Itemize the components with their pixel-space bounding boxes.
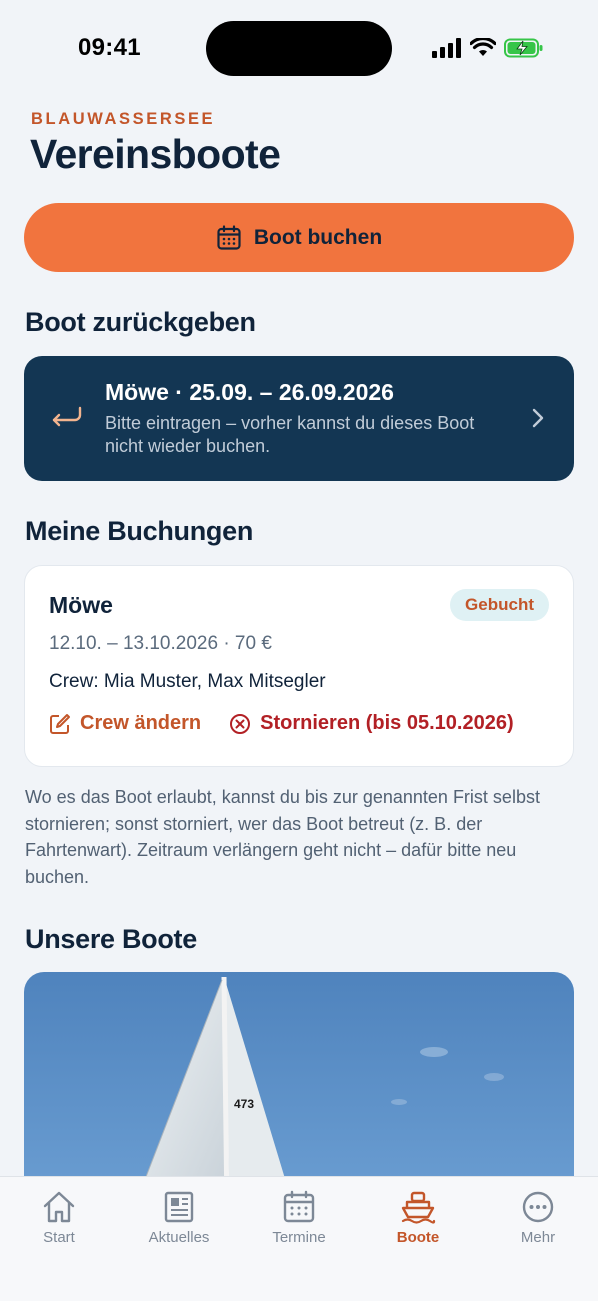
cancel-booking-button[interactable]: Stornieren (bis 05.10.2026)	[229, 712, 514, 735]
tab-mehr[interactable]: Mehr	[488, 1189, 588, 1246]
cancellation-note: Wo es das Boot erlaubt, kannst du bis zu…	[25, 787, 540, 887]
tab-label: Start	[43, 1229, 75, 1246]
return-card-title: Möwe · 25.09. – 26.09.2026	[105, 379, 394, 405]
sail-number: 473	[234, 1097, 254, 1111]
house-icon	[43, 1191, 75, 1223]
bookings-section-heading: Meine Buchungen	[25, 516, 254, 546]
tab-bar: Start Aktuelles Termine Boote Mehr	[0, 1176, 598, 1301]
club-name: BLAUWASSERSEE	[31, 110, 216, 128]
tab-boote[interactable]: Boote	[368, 1189, 468, 1246]
tab-label: Boote	[396, 1229, 440, 1246]
edit-icon	[50, 713, 70, 734]
booking-card: Möwe Gebucht 12.10. – 13.10.2026 · 70 € …	[24, 565, 574, 767]
status-time: 09:41	[78, 34, 141, 61]
tab-aktuelles[interactable]: Aktuelles	[129, 1189, 229, 1246]
return-boat-card[interactable]: Möwe · 25.09. – 26.09.2026 Bitte eintrag…	[24, 356, 574, 481]
edit-crew-label: Crew ändern	[80, 712, 202, 734]
calendar-icon	[217, 224, 241, 250]
return-section-heading: Boot zurückgeben	[25, 307, 256, 337]
tab-label: Aktuelles	[148, 1229, 210, 1246]
status-bar: 09:41	[0, 0, 598, 96]
book-boat-label: Boot buchen	[253, 225, 383, 249]
page-title: Vereinsboote	[30, 131, 281, 177]
more-icon	[522, 1191, 554, 1223]
boats-section-heading: Unsere Boote	[25, 924, 197, 954]
tab-label: Mehr	[520, 1229, 556, 1246]
tab-termine[interactable]: Termine	[249, 1189, 349, 1246]
booking-dates-price: 12.10. – 13.10.2026 · 70 €	[49, 633, 272, 654]
return-arrow-icon	[52, 406, 82, 427]
tab-label: Termine	[272, 1229, 326, 1246]
cancel-circle-icon	[230, 713, 251, 734]
newspaper-icon	[164, 1191, 194, 1223]
battery-charging-icon	[504, 38, 543, 58]
booking-boat-name: Möwe	[49, 592, 113, 618]
calendar-icon	[283, 1190, 315, 1223]
chevron-right-icon	[532, 408, 544, 428]
edit-crew-button[interactable]: Crew ändern	[49, 712, 201, 735]
cellular-signal-icon	[432, 38, 461, 58]
cancel-booking-label: Stornieren (bis 05.10.2026)	[260, 712, 514, 734]
tab-start[interactable]: Start	[9, 1189, 109, 1246]
dynamic-island	[206, 21, 392, 76]
status-badge: Gebucht	[450, 589, 549, 621]
return-card-subtitle: Bitte eintragen – vorher kannst du diese…	[105, 413, 475, 456]
boat-icon	[401, 1191, 436, 1224]
booking-crew: Crew: Mia Muster, Max Mitsegler	[49, 671, 326, 692]
wifi-icon	[470, 38, 496, 56]
book-boat-button[interactable]: Boot buchen	[24, 203, 574, 272]
